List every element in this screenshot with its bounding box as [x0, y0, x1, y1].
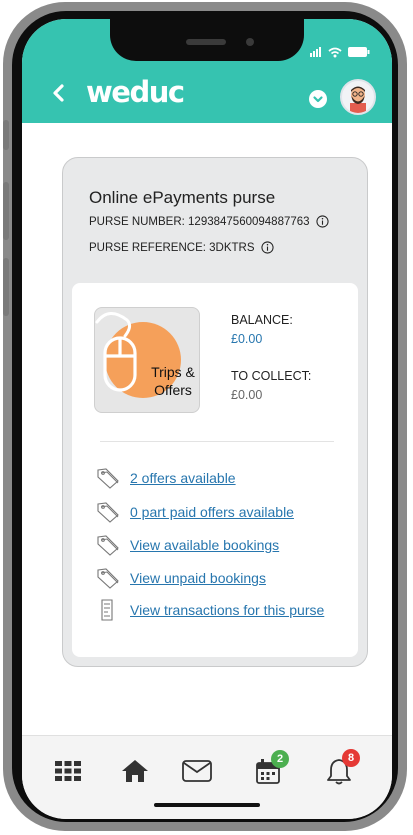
- mail-icon: [182, 760, 212, 782]
- purse-details-panel: Trips & Offers BALANCE: £0.00 TO COLLECT…: [72, 283, 358, 657]
- purse-reference-row: PURSE REFERENCE: 3DKTRS: [89, 241, 274, 254]
- link-label[interactable]: View transactions for this purse: [130, 602, 324, 618]
- battery-icon: [348, 47, 370, 57]
- balance-value: £0.00: [231, 332, 263, 346]
- info-icon[interactable]: [260, 241, 274, 254]
- nav-calendar-button[interactable]: 2: [251, 750, 289, 788]
- chevron-left-icon: [53, 84, 64, 102]
- tile-label-line2: Offers: [154, 382, 192, 398]
- trips-offers-tile[interactable]: Trips & Offers: [94, 307, 200, 413]
- account-dropdown-button[interactable]: [309, 90, 327, 108]
- link-label[interactable]: View available bookings: [130, 537, 279, 553]
- wifi-icon: [328, 47, 342, 57]
- camera: [246, 38, 254, 46]
- nav-apps-button[interactable]: [51, 754, 85, 788]
- weduc-logo: weduc: [86, 75, 185, 109]
- home-indicator: [154, 803, 260, 807]
- app-screen: weduc Online ePayments purse PURSE NUMBE…: [22, 19, 392, 819]
- link-label[interactable]: View unpaid bookings: [130, 570, 266, 586]
- part-paid-offers-link[interactable]: 0 part paid offers available: [96, 501, 294, 523]
- purse-card: Online ePayments purse PURSE NUMBER: 129…: [62, 157, 368, 667]
- phone-side-button: [3, 182, 9, 240]
- purse-reference: PURSE REFERENCE: 3DKTRS: [89, 241, 255, 254]
- tag-icon: [97, 535, 119, 556]
- tile-label: Trips & Offers: [147, 363, 199, 399]
- calendar-badge: 2: [271, 750, 289, 768]
- purse-title: Online ePayments purse: [89, 188, 276, 207]
- balance-label: BALANCE:: [231, 313, 293, 327]
- avatar[interactable]: [340, 79, 376, 115]
- tile-label-line1: Trips &: [151, 364, 195, 380]
- phone-side-button: [3, 120, 9, 150]
- chevron-down-icon: [313, 96, 323, 103]
- home-icon: [122, 760, 148, 782]
- user-avatar-icon: [350, 86, 366, 113]
- nav-home-button[interactable]: [118, 754, 152, 788]
- purse-number: PURSE NUMBER: 1293847560094887763: [89, 215, 310, 228]
- unpaid-bookings-link[interactable]: View unpaid bookings: [96, 567, 266, 589]
- available-bookings-link[interactable]: View available bookings: [96, 534, 279, 556]
- tag-icon: [97, 502, 119, 523]
- tag-icon: [97, 568, 119, 589]
- link-label[interactable]: 0 part paid offers available: [130, 504, 294, 520]
- receipt-icon: [101, 599, 113, 621]
- status-bar: [310, 45, 370, 59]
- to-collect-label: TO COLLECT:: [231, 369, 312, 383]
- purse-transactions-link[interactable]: View transactions for this purse: [96, 599, 324, 621]
- apps-grid-icon: [55, 761, 81, 781]
- speaker: [186, 39, 226, 45]
- purse-number-row: PURSE NUMBER: 1293847560094887763: [89, 215, 329, 228]
- to-collect-value: £0.00: [231, 388, 263, 402]
- offers-available-link[interactable]: 2 offers available: [96, 467, 236, 489]
- nav-messages-button[interactable]: [180, 754, 214, 788]
- phone-side-button: [3, 258, 9, 316]
- notifications-badge: 8: [342, 749, 360, 767]
- divider: [100, 441, 334, 442]
- nav-notifications-button[interactable]: 8: [322, 749, 360, 788]
- signal-icon: [310, 47, 321, 57]
- link-label[interactable]: 2 offers available: [130, 470, 236, 486]
- app-header: weduc: [22, 19, 392, 123]
- info-icon[interactable]: [315, 215, 329, 228]
- back-button[interactable]: [48, 81, 70, 105]
- tag-icon: [97, 468, 119, 489]
- phone-notch: [110, 19, 304, 61]
